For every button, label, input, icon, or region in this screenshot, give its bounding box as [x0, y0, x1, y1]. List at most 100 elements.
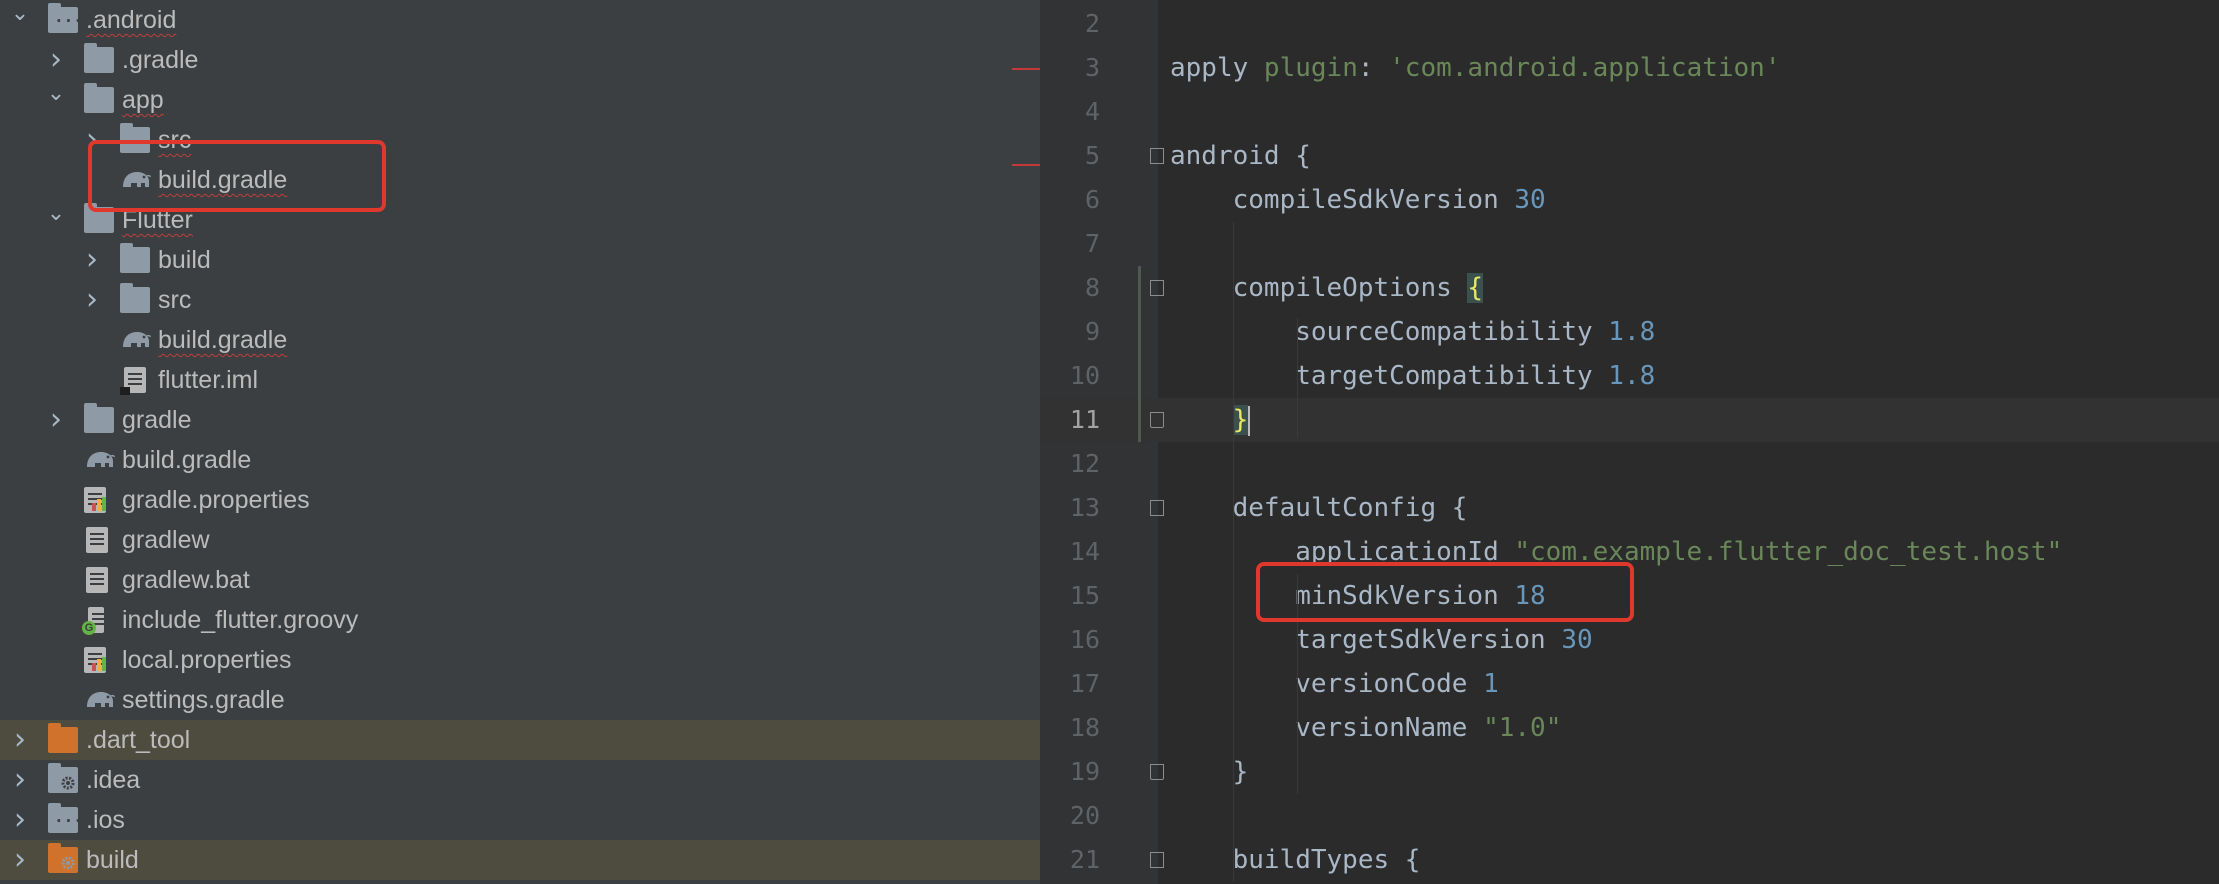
tree-row[interactable]: › build — [0, 240, 1040, 280]
fold-toggle-icon[interactable] — [1150, 764, 1164, 780]
code-line[interactable]: 12 — [1040, 442, 2219, 486]
line-number: 11 — [1069, 405, 1100, 434]
tree-item-label: .idea — [86, 766, 141, 794]
annotation-highlight-box — [1256, 562, 1634, 622]
code-text: versionCode 1 — [1170, 662, 1499, 706]
properties-file-icon — [84, 647, 114, 673]
tree-row[interactable]: › src — [0, 280, 1040, 320]
code-line[interactable]: 20 — [1040, 794, 2219, 838]
code-line[interactable]: 10 targetCompatibility 1.8 — [1040, 354, 2219, 398]
tree-row[interactable]: › .dart_tool — [0, 720, 1040, 760]
code-token: sourceCompatibility — [1170, 317, 1609, 347]
fold-toggle-icon[interactable] — [1150, 500, 1164, 516]
tree-row[interactable]: build.gradle — [0, 440, 1040, 480]
code-editor[interactable]: 2 3 apply plugin: 'com.android.application… — [1040, 0, 2219, 884]
code-token: compileOptions — [1170, 273, 1468, 303]
chevron-right-icon[interactable]: › — [8, 805, 32, 835]
code-line[interactable]: 8 compileOptions { — [1040, 266, 2219, 310]
line-number: 14 — [1069, 537, 1100, 566]
tree-row[interactable]: local.properties — [0, 640, 1040, 680]
text-file-icon — [84, 567, 114, 593]
code-line[interactable]: 21 buildTypes { — [1040, 838, 2219, 882]
tree-row[interactable]: build.gradle — [0, 320, 1040, 360]
fold-toggle-icon[interactable] — [1150, 148, 1164, 164]
chevron-down-icon[interactable]: ⌄ — [44, 80, 68, 108]
line-number: 4 — [1084, 97, 1100, 126]
tree-item-label: local.properties — [122, 646, 292, 674]
tree-row[interactable]: › .gradle — [0, 40, 1040, 80]
line-number: 6 — [1084, 185, 1100, 214]
folder-icon — [84, 43, 114, 73]
tree-item-label: gradlew — [122, 526, 210, 554]
code-line[interactable]: 11 } — [1040, 398, 2219, 442]
code-token: 30 — [1561, 625, 1593, 655]
code-line[interactable]: 2 — [1040, 2, 2219, 46]
code-token: compileSdkVersion — [1170, 185, 1515, 215]
code-token: 1 — [1483, 669, 1499, 699]
code-text: } — [1170, 398, 1251, 442]
code-token: 'com.android.application' — [1389, 53, 1781, 83]
code-line[interactable]: 4 — [1040, 90, 2219, 134]
tree-item-label: include_flutter.groovy — [122, 606, 359, 634]
code-line[interactable]: 13 defaultConfig { — [1040, 486, 2219, 530]
fold-toggle-icon[interactable] — [1150, 852, 1164, 868]
code-token: } — [1170, 757, 1249, 787]
code-line[interactable]: 6 compileSdkVersion 30 — [1040, 178, 2219, 222]
code-line[interactable]: 3 apply plugin: 'com.android.application' — [1040, 46, 2219, 90]
tree-row[interactable]: › gradle — [0, 400, 1040, 440]
tree-row[interactable]: ⌄ app — [0, 80, 1040, 120]
tree-row[interactable]: gradle.properties — [0, 480, 1040, 520]
project-tree: ⌄.android›.gradle⌄app›srcbuild.gradle⌄Fl… — [0, 0, 1040, 884]
chevron-down-icon[interactable]: ⌄ — [8, 0, 32, 28]
line-number: 3 — [1084, 53, 1100, 82]
chevron-right-icon[interactable]: › — [80, 285, 104, 315]
code-token: versionName — [1170, 713, 1484, 743]
code-text: compileOptions { — [1170, 266, 1484, 310]
code-token: targetSdkVersion — [1170, 625, 1562, 655]
tree-item-label: .dart_tool — [86, 726, 191, 754]
code-line[interactable]: 5 android { — [1040, 134, 2219, 178]
code-token: plugin — [1263, 53, 1358, 83]
tree-row[interactable]: ⌄ .android — [0, 0, 1040, 40]
code-text: compileSdkVersion 30 — [1170, 178, 1546, 222]
tree-row[interactable]: flutter.iml — [0, 360, 1040, 400]
code-line[interactable]: 9 sourceCompatibility 1.8 — [1040, 310, 2219, 354]
folder-icon — [84, 83, 114, 113]
tree-item-label: src — [158, 286, 192, 314]
code-line[interactable]: 7 — [1040, 222, 2219, 266]
chevron-right-icon[interactable]: › — [8, 765, 32, 795]
tree-row[interactable]: gradlew — [0, 520, 1040, 560]
code-text: targetCompatibility 1.8 — [1170, 354, 1655, 398]
tree-item-label: app — [122, 86, 164, 114]
fold-toggle-icon[interactable] — [1150, 280, 1164, 296]
tree-row[interactable]: Ginclude_flutter.groovy — [0, 600, 1040, 640]
fold-toggle-icon[interactable] — [1150, 412, 1164, 428]
code-token: "1.0" — [1483, 713, 1562, 743]
code-text: android { — [1170, 134, 1311, 178]
code-text: buildTypes { — [1170, 838, 1421, 882]
folder-icon — [48, 843, 78, 873]
tree-row[interactable]: › build — [0, 840, 1040, 880]
text-caret — [1248, 405, 1251, 436]
code-text: } — [1170, 750, 1249, 794]
chevron-down-icon[interactable]: ⌄ — [44, 200, 68, 228]
tree-row[interactable]: settings.gradle — [0, 680, 1040, 720]
code-line[interactable]: 16 targetSdkVersion 30 — [1040, 618, 2219, 662]
code-line[interactable]: 19 } — [1040, 750, 2219, 794]
chevron-right-icon[interactable]: › — [44, 45, 68, 75]
tree-row[interactable]: › .ios — [0, 800, 1040, 840]
gradle-file-icon — [84, 447, 116, 471]
code-token: 1.8 — [1608, 317, 1656, 347]
code-line[interactable]: 17 versionCode 1 — [1040, 662, 2219, 706]
error-marker — [1012, 164, 1040, 166]
code-token: } — [1232, 405, 1249, 435]
chevron-right-icon[interactable]: › — [8, 845, 32, 875]
chevron-right-icon[interactable]: › — [44, 405, 68, 435]
line-number: 21 — [1069, 845, 1100, 874]
tree-row[interactable]: gradlew.bat — [0, 560, 1040, 600]
tree-row[interactable]: › .idea — [0, 760, 1040, 800]
code-line[interactable]: 18 versionName "1.0" — [1040, 706, 2219, 750]
tree-item-label: build — [158, 246, 211, 274]
chevron-right-icon[interactable]: › — [80, 245, 104, 275]
chevron-right-icon[interactable]: › — [8, 725, 32, 755]
